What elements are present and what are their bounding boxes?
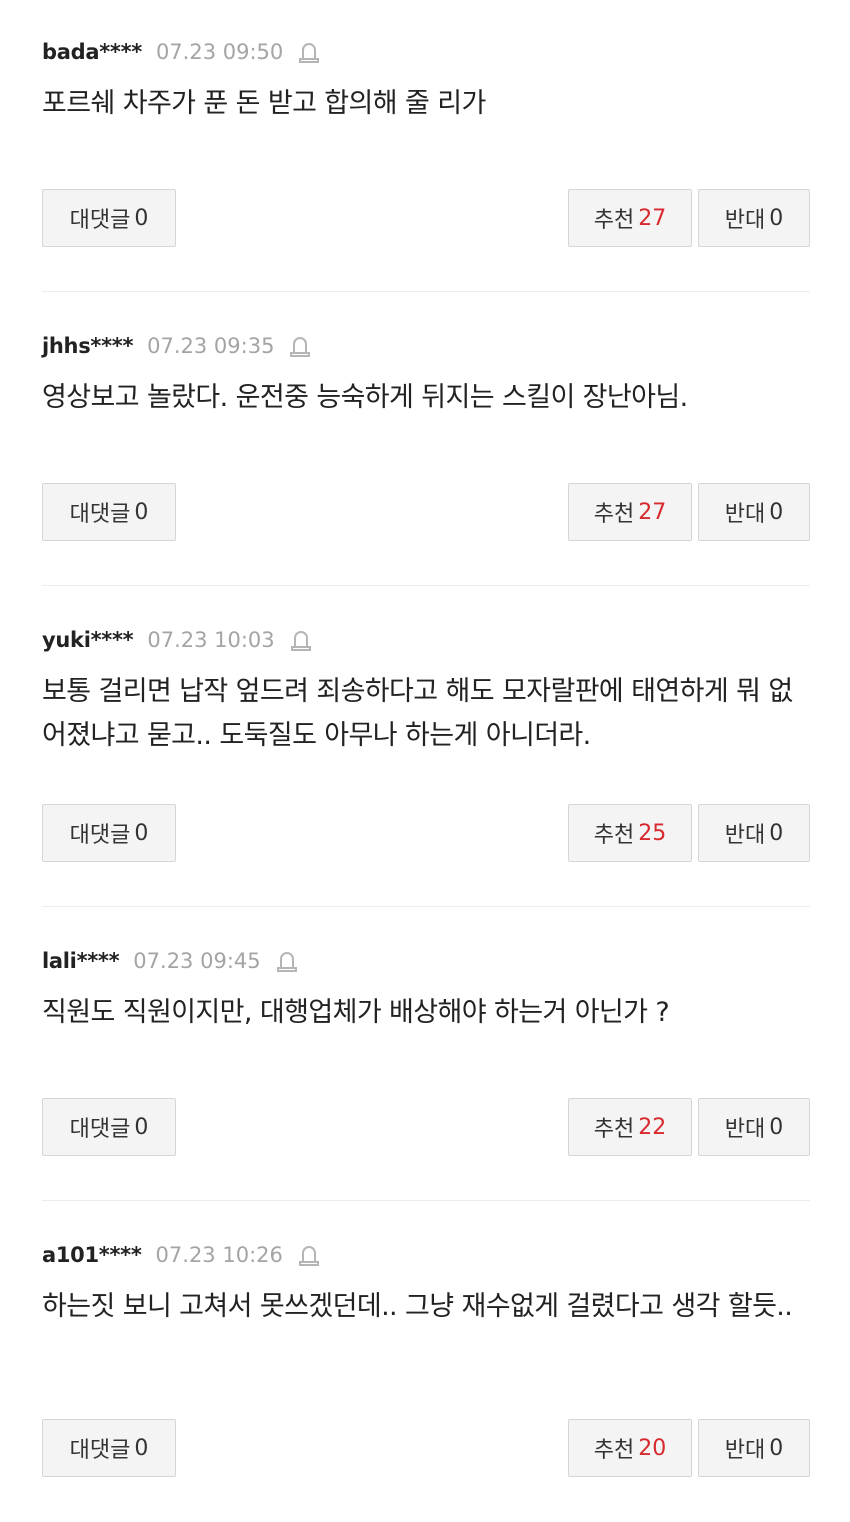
like-button[interactable]: 추천 27 [568,483,692,541]
comment-meta: bada**** 07.23 09:50 [42,32,321,72]
like-button[interactable]: 추천 27 [568,189,692,247]
dislike-label: 반대 [724,208,766,233]
comment-text: 직원도 직원이지만, 대행업체가 배상해야 하는거 아닌가 ? [42,997,670,1028]
reply-label: 대댓글 [69,1438,131,1463]
report-icon[interactable] [275,949,299,973]
comment-meta: lali**** 07.23 09:45 [42,941,299,981]
comment-divider [42,1200,810,1201]
comment-text: 하는짓 보니 고쳐서 못쓰겠던데.. 그냥 재수없게 걸렸다고 생각 할듯.. [42,1291,793,1322]
dislike-count: 0 [769,820,784,846]
comment-item: jhhs**** 07.23 09:35 영상보고 놀랐다. 운전중 능숙하게 … [42,326,810,586]
report-icon[interactable] [297,1243,321,1267]
comment-username[interactable]: bada**** [42,40,142,64]
reply-button[interactable]: 대댓글 0 [42,804,176,862]
dislike-count: 0 [769,1435,784,1461]
dislike-button[interactable]: 반대 0 [698,189,810,247]
comment-username[interactable]: a101**** [42,1243,142,1267]
comment-item: yuki**** 07.23 10:03 보통 걸리면 납작 엎드려 죄송하다고… [42,620,810,907]
like-count: 22 [638,1114,667,1140]
like-button[interactable]: 추천 25 [568,804,692,862]
comment-item: a101**** 07.23 10:26 하는짓 보니 고쳐서 못쓰겠던데.. … [42,1235,810,1495]
reply-count: 0 [134,499,149,525]
like-label: 추천 [593,208,635,233]
like-button[interactable]: 추천 20 [568,1419,692,1477]
comment-text: 영상보고 놀랐다. 운전중 능숙하게 뒤지는 스킬이 장난아님. [42,382,688,413]
dislike-label: 반대 [724,1117,766,1142]
comment-timestamp: 07.23 09:45 [133,949,261,973]
report-icon[interactable] [289,628,313,652]
like-label: 추천 [593,823,635,848]
comment-username[interactable]: jhhs**** [42,334,133,358]
dislike-count: 0 [769,499,784,525]
reply-button[interactable]: 대댓글 0 [42,1098,176,1156]
comment-divider [42,585,810,586]
like-label: 추천 [593,502,635,527]
comment-text: 포르쉐 차주가 푼 돈 받고 합의해 줄 리가 [42,88,486,119]
reply-label: 대댓글 [69,502,131,527]
reply-label: 대댓글 [69,208,131,233]
like-button[interactable]: 추천 22 [568,1098,692,1156]
comment-divider [42,906,810,907]
report-icon[interactable] [297,40,321,64]
reply-button[interactable]: 대댓글 0 [42,1419,176,1477]
dislike-button[interactable]: 반대 0 [698,1419,810,1477]
dislike-count: 0 [769,205,784,231]
comment-timestamp: 07.23 10:26 [155,1243,283,1267]
comment-divider [42,291,810,292]
reply-count: 0 [134,820,149,846]
reply-count: 0 [134,1114,149,1140]
like-count: 20 [638,1435,667,1461]
comment-meta: a101**** 07.23 10:26 [42,1235,321,1275]
dislike-button[interactable]: 반대 0 [698,483,810,541]
reply-label: 대댓글 [69,823,131,848]
reply-count: 0 [134,1435,149,1461]
report-icon[interactable] [288,334,312,358]
like-label: 추천 [593,1438,635,1463]
dislike-label: 반대 [724,1438,766,1463]
dislike-button[interactable]: 반대 0 [698,804,810,862]
comment-item: lali**** 07.23 09:45 직원도 직원이지만, 대행업체가 배상… [42,941,810,1201]
comment-username[interactable]: yuki**** [42,628,134,652]
reply-count: 0 [134,205,149,231]
reply-button[interactable]: 대댓글 0 [42,483,176,541]
comment-username[interactable]: lali**** [42,949,120,973]
reply-button[interactable]: 대댓글 0 [42,189,176,247]
comment-text: 보통 걸리면 납작 엎드려 죄송하다고 해도 모자랄판에 태연하게 뭐 없어졌냐… [42,676,793,751]
dislike-button[interactable]: 반대 0 [698,1098,810,1156]
dislike-label: 반대 [724,823,766,848]
like-count: 27 [638,499,667,525]
comment-timestamp: 07.23 09:35 [147,334,275,358]
comment-meta: yuki**** 07.23 10:03 [42,620,313,660]
like-label: 추천 [593,1117,635,1142]
comment-timestamp: 07.23 10:03 [147,628,275,652]
reply-label: 대댓글 [69,1117,131,1142]
comment-meta: jhhs**** 07.23 09:35 [42,326,312,366]
comment-item: bada**** 07.23 09:50 포르쉐 차주가 푼 돈 받고 합의해 … [42,32,810,292]
comment-timestamp: 07.23 09:50 [155,40,284,64]
dislike-label: 반대 [724,502,766,527]
like-count: 25 [638,820,667,846]
dislike-count: 0 [769,1114,784,1140]
like-count: 27 [638,205,667,231]
